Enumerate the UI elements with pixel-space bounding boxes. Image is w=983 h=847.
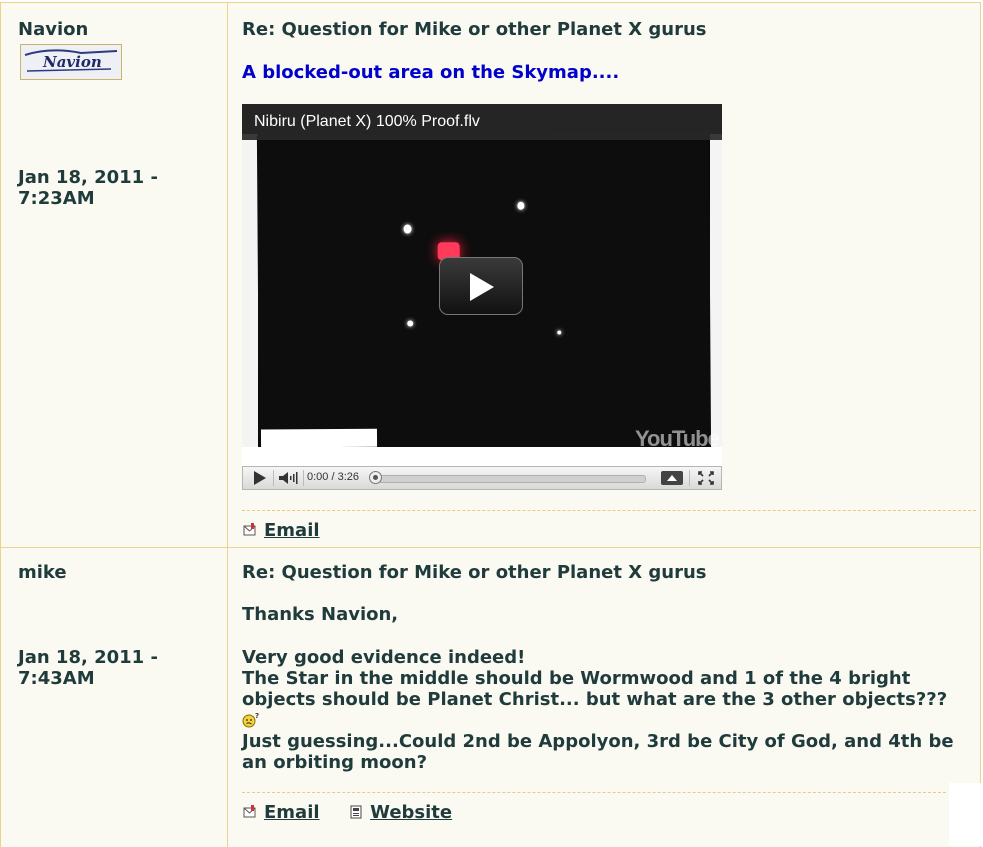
triangle-up-icon [661, 471, 683, 485]
video-controls: 0:00 / 3:26 [242, 466, 722, 490]
bright-object [403, 224, 412, 234]
post-date: Jan 18, 2011 - 7:23AM [18, 167, 158, 209]
svg-text:?: ? [255, 712, 259, 720]
email-icon [243, 523, 256, 536]
post-author[interactable]: mike [18, 562, 67, 583]
forum-post: mike Jan 18, 2011 - 7:43AM Re: Question … [0, 547, 981, 847]
email-icon [243, 805, 256, 818]
website-icon [350, 805, 362, 819]
fullscreen-button[interactable] [694, 467, 718, 489]
email-link[interactable]: Email [264, 802, 320, 823]
confused-smiley-icon: ? [242, 712, 259, 728]
post-body-line: Very good evidence indeed! [242, 647, 526, 668]
video-title[interactable]: Nibiru (Planet X) 100% Proof.flv [242, 104, 722, 140]
post-subject: Re: Question for Mike or other Planet X … [242, 19, 707, 40]
post-date: Jan 18, 2011 - 7:43AM [18, 647, 158, 689]
video-overlay-box [260, 428, 378, 448]
bright-object [517, 201, 525, 210]
post-link[interactable]: A blocked-out area on the Skymap.... [242, 62, 619, 83]
post-footer-divider [242, 792, 946, 793]
quality-button[interactable] [660, 467, 684, 489]
post-author[interactable]: Navion [18, 19, 88, 40]
video-time: 0:00 / 3:26 [307, 471, 359, 483]
volume-icon [279, 472, 298, 484]
bright-object [557, 330, 562, 335]
bright-object [407, 320, 414, 327]
forum-post: Navion Navion Jan 18, 2011 - 7:23AM Re: … [0, 2, 981, 547]
play-icon [254, 471, 266, 485]
post-subject: Re: Question for Mike or other Planet X … [242, 562, 707, 583]
volume-button[interactable] [276, 467, 302, 489]
post-footer: Email [242, 520, 320, 541]
video-screen[interactable]: YouTube Nibiru (Planet X) 100% Proof.flv [242, 104, 722, 464]
post-body: Very good evidence indeed! The Star in t… [242, 647, 962, 731]
youtube-watermark: YouTube [635, 426, 720, 451]
post-greeting: Thanks Navion, [242, 604, 399, 625]
column-divider [227, 548, 228, 847]
big-play-button[interactable] [439, 257, 523, 315]
seek-handle[interactable] [369, 471, 382, 484]
play-icon [470, 273, 494, 301]
post-footer-divider [242, 510, 976, 511]
post-footer: Email Website [242, 802, 452, 823]
author-avatar: Navion [20, 44, 122, 80]
play-button[interactable] [247, 467, 271, 489]
column-divider [227, 3, 228, 547]
post-body-line: Just guessing...Could 2nd be Appolyon, 3… [242, 731, 954, 773]
seek-bar[interactable] [378, 475, 646, 483]
fullscreen-icon [698, 471, 714, 485]
email-link[interactable]: Email [264, 520, 320, 541]
logo-text: Navion [42, 53, 102, 71]
video-player[interactable]: YouTube Nibiru (Planet X) 100% Proof.flv… [242, 104, 722, 490]
website-link[interactable]: Website [370, 802, 452, 823]
post-body-line: The Star in the middle should be Wormwoo… [242, 668, 962, 731]
